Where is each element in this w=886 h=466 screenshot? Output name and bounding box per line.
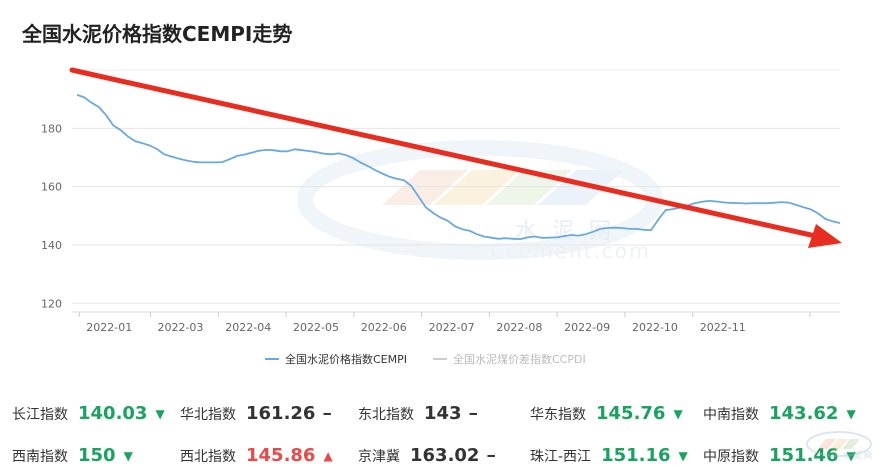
x-tick-label: 2022-09: [564, 321, 610, 334]
stat-label: 京津冀: [358, 448, 400, 465]
trend-down-icon: ▼: [123, 448, 133, 463]
stat-label: 珠江-西江: [530, 448, 592, 465]
stat-value: 163.02: [410, 445, 480, 466]
x-axis: 2022-01 2022-03 2022-04 2022-05 2022-06 2022-…: [78, 312, 811, 334]
x-tick-label: 2022-10: [632, 321, 678, 334]
stat-item: 东北指数 143 ━: [358, 403, 477, 424]
stat-item: 华东指数 145.76 ▼: [530, 403, 683, 424]
x-tick-label: 2022-04: [225, 321, 271, 334]
x-tick-label: 2022-03: [157, 321, 203, 334]
watermark-logo: 水 泥 网 Ccement.com: [297, 140, 663, 263]
stat-item: 西南指数 150 ▼: [12, 445, 133, 466]
legend-item-ccpdi[interactable]: 全国水泥煤价差指数CCPDI: [433, 351, 586, 367]
stat-label: 中南指数: [703, 406, 759, 423]
trend-down-icon: ▼: [673, 406, 683, 421]
x-tick-label: 2022-08: [496, 321, 542, 334]
arrow-shaft: [69, 67, 823, 240]
trend-down-icon: ▼: [846, 406, 856, 421]
y-tick-label: 120: [41, 297, 62, 310]
stat-item: 长江指数 140.03 ▼: [12, 403, 165, 424]
x-tick-label: 2022-05: [293, 321, 339, 334]
legend-label-ccpdi: 全国水泥煤价差指数CCPDI: [453, 353, 586, 366]
trend-arrow-annotation: [69, 67, 842, 248]
x-tick-label: 2022-06: [361, 321, 407, 334]
line-chart: 水 泥 网 Ccement.com 120140160180 2022-01 20…: [41, 67, 842, 334]
stat-item: 华北指数 161.26 ━: [180, 403, 331, 424]
legend-item-cempi[interactable]: 全国水泥价格指数CEMPI: [265, 351, 407, 367]
stat-value: 143: [424, 403, 462, 424]
y-axis: 120 140 160 180: [41, 122, 62, 310]
stat-label: 东北指数: [358, 406, 414, 423]
corner-watermark-text: 水 泥 网: [842, 451, 872, 460]
corner-watermark: 水 泥 网: [804, 429, 874, 460]
trend-up-icon: ▲: [323, 448, 333, 463]
stat-label: 西北指数: [180, 448, 236, 465]
trend-flat-icon: ━: [323, 406, 331, 421]
stat-value: 151.16: [601, 445, 671, 466]
watermark-text-en: Ccement.com: [490, 239, 651, 263]
stat-value: 161.26: [246, 403, 316, 424]
stat-label: 华东指数: [530, 406, 586, 423]
trend-flat-icon: ━: [469, 406, 477, 421]
regional-index-panel: 长江指数 140.03 ▼ 华北指数 161.26 ━ 东北指数 143 ━ 华东指数 145.76…: [0, 395, 886, 466]
y-tick-label: 160: [41, 181, 62, 194]
y-tick-label: 180: [41, 122, 62, 135]
arrow-head: [808, 224, 842, 248]
trend-down-icon: ▼: [678, 448, 688, 463]
trend-flat-icon: ━: [487, 448, 495, 463]
x-tick-label: 2022-11: [700, 321, 746, 334]
stat-label: 长江指数: [12, 406, 68, 423]
y-tick-label: 140: [41, 239, 62, 252]
stat-value: 140.03: [78, 403, 148, 424]
stat-item: 西北指数 145.86 ▲: [180, 445, 333, 466]
legend-label-cempi: 全国水泥价格指数CEMPI: [285, 353, 407, 366]
stat-value: 145.76: [596, 403, 666, 424]
stat-item: 中南指数 143.62 ▼: [703, 403, 856, 424]
stat-item: 京津冀 163.02 ━: [358, 445, 495, 466]
stat-value: 145.86: [246, 445, 316, 466]
stat-value: 150: [78, 445, 116, 466]
stat-label: 西南指数: [12, 448, 68, 465]
x-tick-label: 2022-07: [429, 321, 475, 334]
x-tick-label: 2022-01: [86, 321, 132, 334]
trend-down-icon: ▼: [155, 406, 165, 421]
stat-label: 中原指数: [703, 448, 759, 465]
legend: 全国水泥价格指数CEMPI 全国水泥煤价差指数CCPDI: [265, 351, 586, 367]
legend-swatch-ccpdi: [433, 358, 447, 360]
stat-item: 珠江-西江 151.16 ▼: [530, 445, 688, 466]
stat-label: 华北指数: [180, 406, 236, 423]
stat-value: 143.62: [769, 403, 839, 424]
legend-swatch-cempi: [265, 358, 279, 360]
